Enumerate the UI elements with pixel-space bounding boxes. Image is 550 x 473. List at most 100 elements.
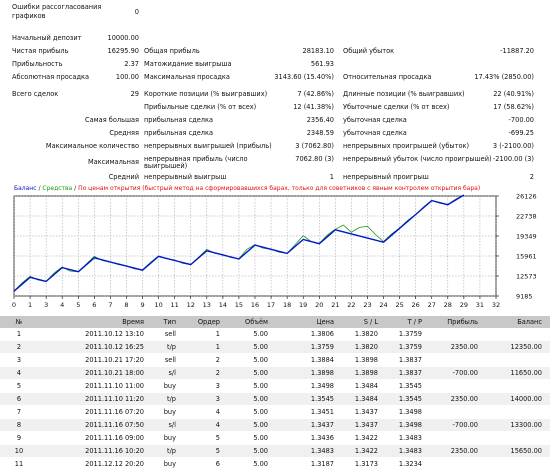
deal-sl: 1.3173 [354, 460, 378, 468]
table-row[interactable]: 9 2011.11.16 09:00 buy 5 5.00 1.3436 1.3422 1.3… [0, 432, 550, 444]
summary-value: 2.37 [124, 60, 139, 68]
summary-value: 2348.59 [306, 129, 334, 137]
deal-volume: 5.00 [253, 408, 268, 416]
deals-header: № Время Тип Ордер Объём Цена S / LT / P Прибыль… [0, 316, 550, 328]
x-tick-label: 31 [476, 301, 484, 309]
column-header-deal-volume[interactable]: Объём [222, 316, 268, 328]
x-tick-label: 16 [251, 301, 259, 309]
summary-row: Самая большая прибыльная сделка 2356.40 убы… [0, 114, 550, 126]
column-header-deal-price[interactable]: Цена [270, 316, 334, 328]
column-header-deal-tp[interactable]: T / P [380, 316, 422, 328]
summary-value: 3 (7062.80) [295, 142, 334, 150]
deal-profit: 2350.00 [450, 395, 478, 403]
column-header-deal-order[interactable]: Ордер [178, 316, 220, 328]
column-header-deal-number[interactable]: № [0, 316, 38, 328]
table-row[interactable]: 2 2011.10.12 16:25 t/p 1 5.00 1.3759 1.3820 1.3… [0, 341, 550, 353]
table-row[interactable]: 10 2011.11.16 10:20 t/p 5 5.00 1.3483 1.3422 1.… [0, 445, 550, 457]
summary-value: -700.00 [508, 116, 534, 124]
summary-row: Абсолютная просадка 100.00 Максимальная пр… [0, 71, 550, 83]
x-tick-label: 22 [347, 301, 355, 309]
deal-price: 1.3498 [310, 382, 334, 390]
x-tick-label: 12 [187, 301, 195, 309]
deal-number: 4 [16, 369, 22, 377]
summary-value: -699.25 [508, 129, 534, 137]
y-tick-label: 19349 [516, 232, 537, 240]
deal-type: buy [163, 408, 176, 416]
y-tick-label: 26126 [516, 192, 537, 200]
x-tick-label: 3 [44, 301, 48, 309]
deal-price: 1.3187 [310, 460, 334, 468]
summary-value: 22 (40.91%) [493, 90, 534, 98]
deal-tp: 1.3545 [398, 395, 422, 403]
deal-tp: 1.3498 [398, 421, 422, 429]
summary-row: Чистая прибыль 16295.90 Общая прибыль 28183… [0, 45, 550, 57]
column-header-deal-balance[interactable]: Баланс [480, 316, 542, 328]
summary-label: Максимальное количество [45, 142, 139, 150]
deal-tp: 1.3837 [398, 369, 422, 377]
deal-order: 2 [215, 356, 220, 364]
summary-label: Средняя [109, 129, 139, 137]
deal-volume: 5.00 [253, 343, 268, 351]
summary-value: 17 (58.62%) [493, 103, 534, 111]
table-row[interactable]: 6 2011.11.10 11:20 t/p 3 5.00 1.3545 1.3484 1.3… [0, 393, 550, 405]
x-tick-label: 24 [379, 301, 387, 309]
x-tick-label: 4 [60, 301, 64, 309]
deal-profit [424, 406, 478, 418]
chart-legend: Баланс / Средства / По ценам открытия (б… [14, 184, 480, 194]
deal-volume: 5.00 [253, 434, 268, 442]
deal-time: 2011.11.10 11:00 [85, 382, 144, 390]
legend-balance: Баланс [14, 185, 37, 192]
deal-sl: 1.3898 [354, 356, 378, 364]
deal-balance: 14000.00 [510, 395, 542, 403]
table-row[interactable]: 8 2011.11.16 07:50 s/l 4 5.00 1.3437 1.3437 1.3… [0, 419, 550, 431]
summary-value: 17.43% (2850.00) [474, 73, 534, 81]
summary-value: 29 [130, 90, 139, 98]
deal-balance: 11650.00 [510, 369, 542, 377]
deal-tp: 1.3837 [398, 356, 422, 364]
table-row[interactable]: 4 2011.10.21 18:00 s/l 2 5.00 1.3898 1.3898 1.3… [0, 367, 550, 379]
summary-row: Максимальное количество непрерывных выигр… [0, 140, 550, 152]
deal-order: 5 [215, 447, 220, 455]
deal-volume: 5.00 [253, 395, 268, 403]
summary-value: 2356.40 [306, 116, 334, 124]
deal-order: 4 [215, 408, 220, 416]
column-header-deal-profit[interactable]: Прибыль [424, 316, 478, 328]
deal-sl: 1.3422 [354, 434, 378, 442]
x-tick-label: 18 [283, 301, 291, 309]
legend-note: По ценам открытия (быстрый метод на сфор… [78, 185, 481, 192]
summary-row: Средняя прибыльная сделка 2348.59 убыточная… [0, 127, 550, 139]
summary-row: Начальный депозит 10000.00 [0, 32, 550, 44]
x-tick-label: 21 [331, 301, 339, 309]
y-tick-label: 22738 [516, 212, 537, 220]
summary-label: Средний [108, 173, 139, 181]
x-tick-label: 25 [395, 301, 403, 309]
summary-value: 2 [529, 173, 534, 181]
table-row[interactable]: 7 2011.11.16 07:20 buy 4 5.00 1.3451 1.3437 1.3… [0, 406, 550, 418]
deal-order: 1 [215, 343, 220, 351]
deal-tp: 1.3759 [398, 330, 422, 338]
deal-type: sell [164, 356, 176, 364]
table-row[interactable]: 1 2011.10.12 13:10 sell 1 5.00 1.3806 1.3820 1.… [0, 328, 550, 340]
column-header-deal-sl[interactable]: S / L [336, 316, 378, 328]
table-row[interactable]: 3 2011.10.21 17:20 sell 2 5.00 1.3884 1.3898 1.… [0, 354, 550, 366]
deal-time: 2011.12.12 20:20 [85, 460, 144, 468]
deal-order: 4 [215, 421, 220, 429]
deal-time: 2011.11.16 09:00 [85, 434, 144, 442]
deal-type: sell [164, 330, 176, 338]
deal-order: 6 [215, 460, 220, 468]
column-header-deal-type[interactable]: Тип [146, 316, 176, 328]
deal-volume: 5.00 [253, 460, 268, 468]
x-tick-label: 23 [363, 301, 371, 309]
balance-chart: 0 1 3 4 5 6 7 8 9 10 11 12 13 14 15 16 17 18 19 20 21 22 23 24 2… [0, 184, 550, 312]
deal-time: 2011.11.10 11:20 [85, 395, 144, 403]
deal-type: buy [163, 382, 176, 390]
summary-row: Средний непрерывный выигрыш 1 непрерывный п… [0, 171, 550, 183]
deal-order: 3 [215, 395, 220, 403]
deal-order: 2 [215, 369, 220, 377]
table-row[interactable]: 5 2011.11.10 11:00 buy 3 5.00 1.3498 1.3484 1.3… [0, 380, 550, 392]
deal-time: 2011.11.16 07:50 [85, 421, 144, 429]
deal-volume: 5.00 [253, 356, 268, 364]
column-header-deal-time[interactable]: Время [40, 316, 144, 328]
table-row[interactable]: 11 2011.12.12 20:20 buy 6 5.00 1.3187 1.3173 1.… [0, 458, 550, 470]
x-tick-label: 6 [92, 301, 96, 309]
